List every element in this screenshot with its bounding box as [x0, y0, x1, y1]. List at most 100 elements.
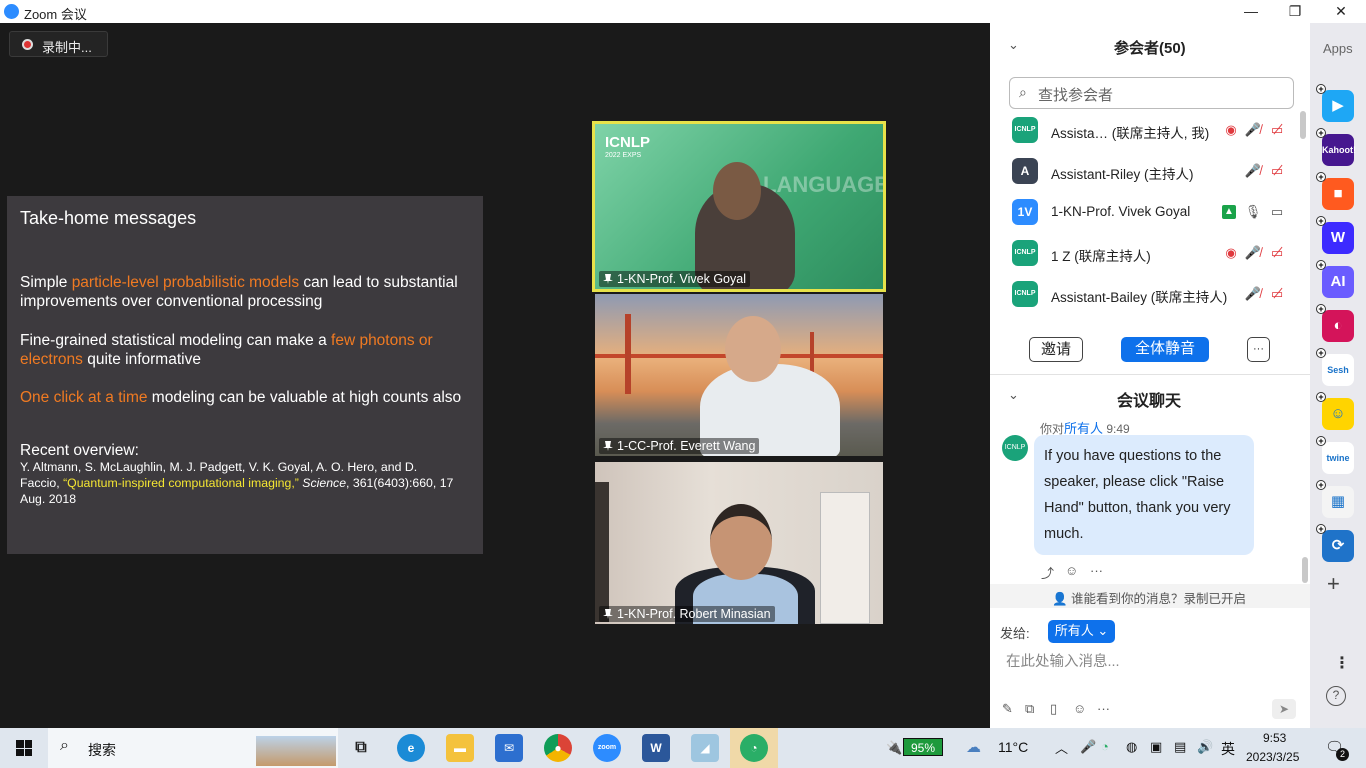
wechat-tray-icon[interactable]: ◔	[1101, 739, 1109, 754]
app-icon-glyph: ☺	[1330, 405, 1346, 422]
pointer-app-icon[interactable]: + ▶	[1316, 84, 1354, 122]
add-app-plus-icon[interactable]: +	[1316, 436, 1326, 446]
video-tile[interactable]: 1-CC-Prof. Everett Wang	[595, 294, 883, 456]
who-can-see-notice[interactable]: 👤 谁能看到你的消息？录制已开启	[1052, 588, 1246, 607]
network-icon[interactable]: ▤	[1174, 739, 1186, 755]
qq-tray-icon[interactable]: ◍	[1126, 739, 1137, 755]
device-tray-icon[interactable]: ▣	[1150, 739, 1162, 755]
add-app-plus-icon[interactable]: +	[1316, 392, 1326, 402]
stream-app-icon[interactable]: + ◐	[1316, 304, 1354, 342]
power-plug-icon: 🔌	[886, 740, 903, 755]
participant-row[interactable]: ICNLP Assistant-Bailey (联席主持人) 🎤̸ ▭̸	[990, 274, 1310, 315]
participant-row[interactable]: ICNLP Assista… (联席主持人, 我) ◉ 🎤̸ ▭̸	[990, 110, 1310, 151]
mic-on-icon[interactable]: 🎙	[1244, 203, 1262, 221]
slide-overview-title: Recent overview:	[20, 442, 139, 459]
add-app-plus-icon[interactable]: +	[1316, 348, 1326, 358]
start-windows-icon[interactable]	[16, 740, 32, 756]
send-icon[interactable]: ➤	[1272, 699, 1296, 719]
emoji-reaction-icon[interactable]: ☺	[1065, 563, 1078, 578]
help-icon[interactable]: ?	[1326, 686, 1346, 706]
video-on-icon[interactable]: ▭	[1268, 203, 1286, 221]
participant-row[interactable]: 1V 1-KN-Prof. Vivek Goyal ▲ 🎙 ▭	[990, 192, 1310, 233]
battery-indicator[interactable]: 95%	[903, 738, 943, 756]
apps-more-icon[interactable]: ⋮	[1334, 653, 1350, 673]
orange-app-icon[interactable]: + ■	[1316, 172, 1354, 210]
participant-search-input[interactable]: ⌕ 查找参会者	[1009, 77, 1294, 109]
reply-icon[interactable]: ⤴	[1041, 563, 1054, 582]
edge-icon[interactable]: e	[397, 734, 425, 762]
add-app-plus-icon[interactable]: +	[1316, 216, 1326, 226]
ime-indicator[interactable]: 英	[1221, 739, 1235, 759]
clock-time[interactable]: 9:53	[1263, 731, 1286, 745]
sesh-icon[interactable]: + Sesh	[1316, 348, 1354, 386]
participant-row[interactable]: ICNLP 1 Z (联席主持人) ◉ 🎤̸ ▭̸	[990, 233, 1310, 274]
chat-input[interactable]: 在此处输入消息...	[1006, 650, 1120, 671]
chrome-icon[interactable]: ●	[544, 734, 572, 762]
video-tile[interactable]: 1-KN-Prof. Robert Minasian	[595, 462, 883, 624]
mic-tray-icon[interactable]: 🎤	[1080, 739, 1096, 755]
close-button[interactable]: ✕	[1326, 2, 1356, 20]
mail-icon[interactable]: ✉	[495, 734, 523, 762]
video-tile-active-speaker[interactable]: ICNLP 2022 EXPS LANGUAGE 1-KN-Prof. Vive…	[592, 121, 886, 292]
mute-all-button[interactable]: 全体静音	[1121, 337, 1209, 362]
collapse-chat-chevron-icon[interactable]: ⌄	[1008, 387, 1019, 403]
mic-muted-icon[interactable]: 🎤̸	[1244, 244, 1262, 262]
video-off-icon[interactable]: ▭̸	[1268, 244, 1286, 262]
file-icon[interactable]: ▯	[1050, 701, 1057, 717]
emoji-icon[interactable]: ☺	[1073, 701, 1086, 716]
mic-muted-icon[interactable]: 🎤̸	[1244, 162, 1262, 180]
add-app-plus-icon[interactable]: +	[1316, 172, 1326, 182]
video-off-icon[interactable]: ▭̸	[1268, 285, 1286, 303]
send-to-dropdown[interactable]: 所有人 ⌄	[1048, 620, 1115, 643]
ai-app-icon[interactable]: + AI	[1316, 260, 1354, 298]
add-app-plus-icon[interactable]: +	[1316, 84, 1326, 94]
word-icon[interactable]: W	[642, 734, 670, 762]
participant-name: 1-KN-Prof. Robert Minasian	[617, 607, 771, 621]
smile-app-icon[interactable]: + ☺	[1316, 392, 1354, 430]
add-app-plus-icon[interactable]: +	[1316, 524, 1326, 534]
app-icon[interactable]: ◢	[691, 734, 719, 762]
notification-count-badge: 2	[1336, 748, 1349, 761]
file-explorer-icon[interactable]: ▬	[446, 734, 474, 762]
mic-muted-icon[interactable]: 🎤̸	[1244, 285, 1262, 303]
participant-avatar: ICNLP	[1012, 281, 1038, 307]
clock-date[interactable]: 2023/3/25	[1246, 750, 1299, 764]
chat-recipient[interactable]: 所有人	[1064, 421, 1103, 436]
kahoot-icon[interactable]: + Kahoot!	[1316, 128, 1356, 166]
w-app-icon[interactable]: + W	[1316, 216, 1354, 254]
video-off-icon[interactable]: ▭̸	[1268, 162, 1286, 180]
volume-icon[interactable]: 🔊	[1197, 739, 1213, 755]
chat-sender-avatar: ICNLP	[1002, 435, 1028, 461]
minimize-button[interactable]: —	[1236, 2, 1266, 20]
mic-muted-icon[interactable]: 🎤̸	[1244, 121, 1262, 139]
ref-title: “Quantum-inspired computational imaging,…	[63, 476, 299, 490]
recording-indicator[interactable]: 录制中...	[9, 31, 108, 57]
chat-more-icon[interactable]: ···	[1097, 701, 1110, 716]
taskbar-search-box[interactable]: ⌕ 搜索	[48, 728, 338, 768]
weather-temp[interactable]: 11°C	[998, 739, 1028, 755]
add-app-plus-icon[interactable]: +	[1316, 480, 1326, 490]
wechat-icon[interactable]: ◔	[740, 734, 768, 762]
zoom-taskbar-icon[interactable]: zoom	[593, 734, 621, 762]
format-icon[interactable]: ✎	[1002, 701, 1013, 717]
collapse-participants-chevron-icon[interactable]: ⌄	[1008, 37, 1019, 53]
message-more-icon[interactable]: ···	[1090, 563, 1103, 578]
add-app-plus-icon[interactable]: +	[1316, 304, 1326, 314]
more-options-button[interactable]: ···	[1247, 337, 1270, 362]
invite-button[interactable]: 邀请	[1029, 337, 1083, 362]
add-app-plus-icon[interactable]: +	[1316, 260, 1326, 270]
sync-app-icon[interactable]: + ⟳	[1316, 524, 1354, 562]
video-off-icon[interactable]: ▭̸	[1268, 121, 1286, 139]
participant-row[interactable]: A Assistant-Riley (主持人) 🎤̸ ▭̸	[990, 151, 1310, 192]
grid-app-icon[interactable]: + ▦	[1316, 480, 1354, 518]
add-app-plus-icon[interactable]: +	[1316, 128, 1326, 138]
taskbar-search-placeholder: 搜索	[88, 742, 116, 758]
add-app-icon[interactable]: +	[1327, 573, 1340, 595]
participant-name: 1-CC-Prof. Everett Wang	[617, 439, 756, 453]
twine-icon[interactable]: + twine	[1316, 436, 1354, 474]
restore-button[interactable]: ❐	[1280, 2, 1310, 20]
screenshot-icon[interactable]: ⧉	[1025, 701, 1034, 717]
task-view-icon[interactable]: ⧉	[347, 734, 375, 762]
tray-chevron-icon[interactable]: ︿	[1055, 738, 1068, 757]
chat-scrollbar[interactable]	[1302, 557, 1308, 583]
